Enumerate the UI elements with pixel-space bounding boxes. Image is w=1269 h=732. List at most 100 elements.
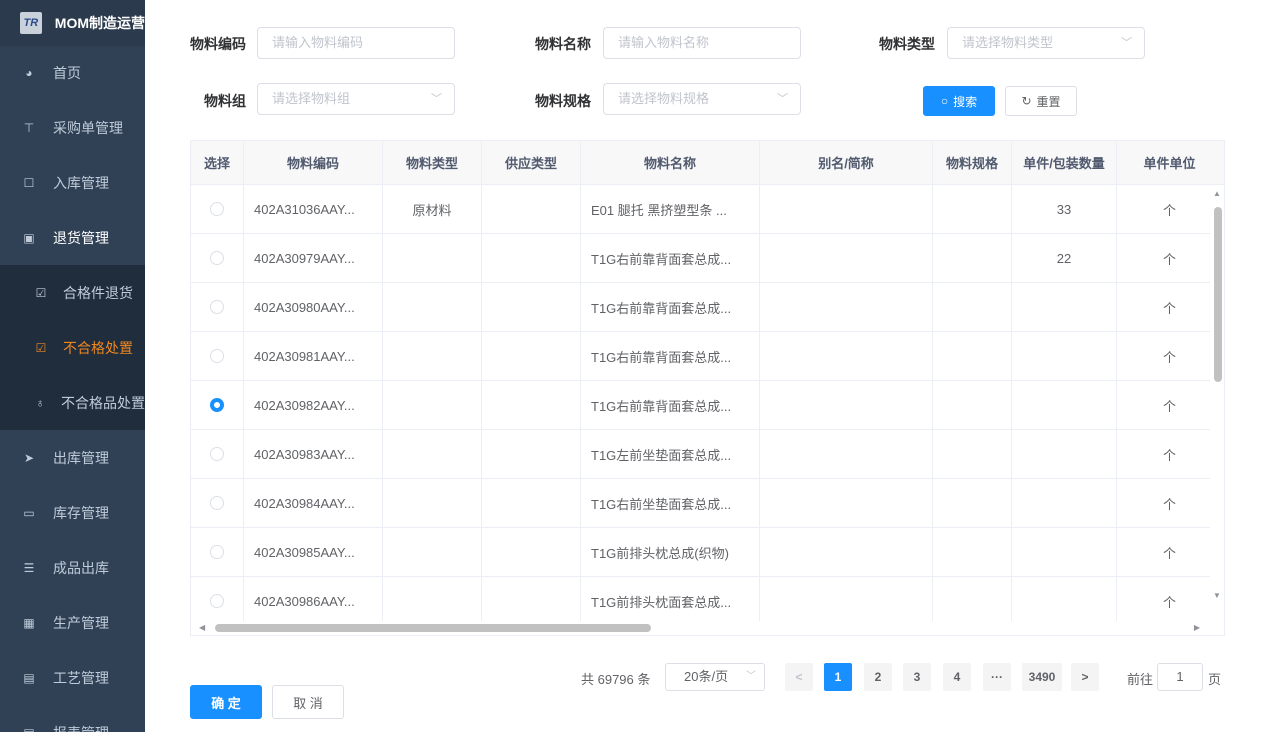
cell-spec bbox=[933, 185, 1012, 233]
table-row[interactable]: 402A30984AAY... T1G右前坐垫面套总成... 个 bbox=[191, 479, 1224, 528]
goto-page-input[interactable]: 1 bbox=[1157, 663, 1203, 691]
screen-icon: ▦ bbox=[23, 615, 35, 630]
row-radio[interactable] bbox=[210, 398, 224, 412]
sidebar-item-home[interactable]: ◕ 首页 bbox=[0, 46, 145, 100]
column-header-name: 物料名称 bbox=[581, 141, 760, 184]
cell-select bbox=[191, 234, 244, 282]
horizontal-scrollbar[interactable]: ◀ ▶ bbox=[191, 621, 1224, 635]
sidebar-item-finished-outbound[interactable]: ☰ 成品出库 bbox=[0, 540, 145, 595]
cell-type bbox=[383, 332, 482, 380]
table-row[interactable]: 402A30979AAY... T1G右前靠背面套总成... 22 个 bbox=[191, 234, 1224, 283]
sidebar-item-inventory[interactable]: ▭ 库存管理 bbox=[0, 485, 145, 540]
reset-button[interactable]: ↻ 重置 bbox=[1005, 86, 1077, 116]
cell-type bbox=[383, 479, 482, 527]
chevron-down-icon: ﹀ bbox=[431, 93, 442, 105]
cell-alias bbox=[760, 283, 933, 331]
cell-code: 402A30979AAY... bbox=[244, 234, 383, 282]
search-button-label: 搜索 bbox=[953, 94, 978, 109]
table-row[interactable]: 402A31036AAY... 原材料 E01 腿托 黑挤塑型条 ... 33 个 bbox=[191, 185, 1224, 234]
material-spec-select[interactable]: 请选择物料规格 ﹀ bbox=[603, 83, 801, 115]
sidebar-item-production[interactable]: ▦ 生产管理 bbox=[0, 595, 145, 650]
sub-item-nonconforming-disposal[interactable]: ☑ 不合格处置 bbox=[0, 320, 145, 375]
more-pages-button[interactable]: ··· bbox=[983, 663, 1011, 691]
cell-supply bbox=[482, 479, 581, 527]
sidebar-item-purchase[interactable]: ⊤ 采购单管理 bbox=[0, 100, 145, 155]
cell-type: 原材料 bbox=[383, 185, 482, 233]
material-code-input[interactable]: 请输入物料编码 bbox=[257, 27, 455, 59]
sub-item-label: 不合格品处置 bbox=[61, 394, 145, 411]
column-header-type: 物料类型 bbox=[383, 141, 482, 184]
cell-qty: 33 bbox=[1012, 185, 1117, 233]
scroll-up-icon[interactable]: ▲ bbox=[1213, 189, 1221, 198]
material-type-select[interactable]: 请选择物料类型 ﹀ bbox=[947, 27, 1145, 59]
cell-unit: 个 bbox=[1162, 496, 1176, 512]
material-group-select[interactable]: 请选择物料组 ﹀ bbox=[257, 83, 455, 115]
goto-label: 前往 bbox=[1127, 672, 1154, 687]
cancel-button[interactable]: 取 消 bbox=[272, 685, 344, 719]
hand-icon: ♁ bbox=[35, 395, 45, 410]
prev-page-button[interactable]: < bbox=[785, 663, 813, 691]
row-radio[interactable] bbox=[210, 594, 224, 608]
page-size-select[interactable]: 20条/页 ﹀ bbox=[665, 663, 765, 691]
table-row[interactable]: 402A30985AAY... T1G前排头枕总成(织物) 个 bbox=[191, 528, 1224, 577]
cell-select bbox=[191, 185, 244, 233]
cell-select bbox=[191, 430, 244, 478]
cart-icon: ⊤ bbox=[23, 120, 35, 135]
page-button-4[interactable]: 4 bbox=[943, 663, 971, 691]
cell-name: T1G左前坐垫面套总成... bbox=[581, 430, 760, 478]
page-button-2[interactable]: 2 bbox=[864, 663, 892, 691]
page-button-1[interactable]: 1 bbox=[824, 663, 852, 691]
cell-supply bbox=[482, 430, 581, 478]
cell-name: T1G右前坐垫面套总成... bbox=[581, 479, 760, 527]
row-radio[interactable] bbox=[210, 251, 224, 265]
cell-name: T1G右前靠背面套总成... bbox=[581, 332, 760, 380]
vertical-scrollbar[interactable]: ▲ ▼ bbox=[1210, 185, 1224, 620]
horizontal-scroll-thumb[interactable] bbox=[215, 624, 651, 632]
table-row[interactable]: 402A30982AAY... T1G右前靠背面套总成... 个 bbox=[191, 381, 1224, 430]
page-button-last[interactable]: 3490 bbox=[1022, 663, 1062, 691]
sub-item-nonconforming-product[interactable]: ♁ 不合格品处置 bbox=[0, 375, 146, 430]
search-button[interactable]: ○ 搜索 bbox=[923, 86, 995, 116]
row-radio[interactable] bbox=[210, 447, 224, 461]
cell-code: 402A30984AAY... bbox=[244, 479, 383, 527]
doc-icon: ▤ bbox=[22, 726, 36, 732]
sidebar-item-process[interactable]: ▤ 工艺管理 bbox=[0, 650, 145, 705]
sub-item-qualified-return[interactable]: ☑ 合格件退货 bbox=[0, 265, 145, 320]
sidebar-item-label: 工艺管理 bbox=[53, 669, 109, 686]
confirm-button[interactable]: 确 定 bbox=[190, 685, 262, 719]
cell-alias bbox=[760, 234, 933, 282]
cell-alias bbox=[760, 528, 933, 576]
sidebar-item-label: 采购单管理 bbox=[53, 119, 123, 136]
next-page-button[interactable]: > bbox=[1071, 663, 1099, 691]
scroll-right-icon[interactable]: ▶ bbox=[1194, 621, 1200, 635]
table-row[interactable]: 402A30986AAY... T1G前排头枕面套总成... 个 bbox=[191, 577, 1224, 626]
row-radio[interactable] bbox=[210, 300, 224, 314]
scroll-down-icon[interactable]: ▼ bbox=[1213, 591, 1221, 600]
cell-code: 402A30983AAY... bbox=[244, 430, 383, 478]
sidebar-item-reports[interactable]: ▤ 报表管理 bbox=[0, 705, 145, 732]
vertical-scroll-thumb[interactable] bbox=[1214, 207, 1222, 382]
column-header-spec: 物料规格 bbox=[933, 141, 1012, 184]
table-row[interactable]: 402A30980AAY... T1G右前靠背面套总成... 个 bbox=[191, 283, 1224, 332]
cell-spec bbox=[933, 577, 1012, 625]
sidebar-item-label: 出库管理 bbox=[53, 449, 109, 466]
row-radio[interactable] bbox=[210, 349, 224, 363]
row-radio[interactable] bbox=[210, 202, 224, 216]
row-radio[interactable] bbox=[210, 496, 224, 510]
cell-unit: 个 bbox=[1162, 300, 1176, 316]
table-row[interactable]: 402A30981AAY... T1G右前靠背面套总成... 个 bbox=[191, 332, 1224, 381]
material-spec-placeholder: 请选择物料规格 bbox=[618, 91, 710, 106]
sidebar-item-returns[interactable]: ▣ 退货管理 bbox=[0, 210, 145, 265]
material-type-label: 物料类型 bbox=[879, 36, 935, 52]
sidebar-item-inbound[interactable]: ☐ 入库管理 bbox=[0, 155, 145, 210]
cell-supply bbox=[482, 381, 581, 429]
monitor-icon: ▭ bbox=[23, 505, 35, 520]
material-name-input[interactable]: 请输入物料名称 bbox=[603, 27, 801, 59]
table-row[interactable]: 402A30983AAY... T1G左前坐垫面套总成... 个 bbox=[191, 430, 1224, 479]
page-button-3[interactable]: 3 bbox=[903, 663, 931, 691]
scroll-left-icon[interactable]: ◀ bbox=[199, 621, 205, 635]
cell-spec bbox=[933, 528, 1012, 576]
material-table: 选择 物料编码 物料类型 供应类型 物料名称 别名/简称 物料规格 单件/包装数… bbox=[190, 140, 1225, 636]
row-radio[interactable] bbox=[210, 545, 224, 559]
sidebar-item-outbound[interactable]: ➤ 出库管理 bbox=[0, 430, 145, 485]
